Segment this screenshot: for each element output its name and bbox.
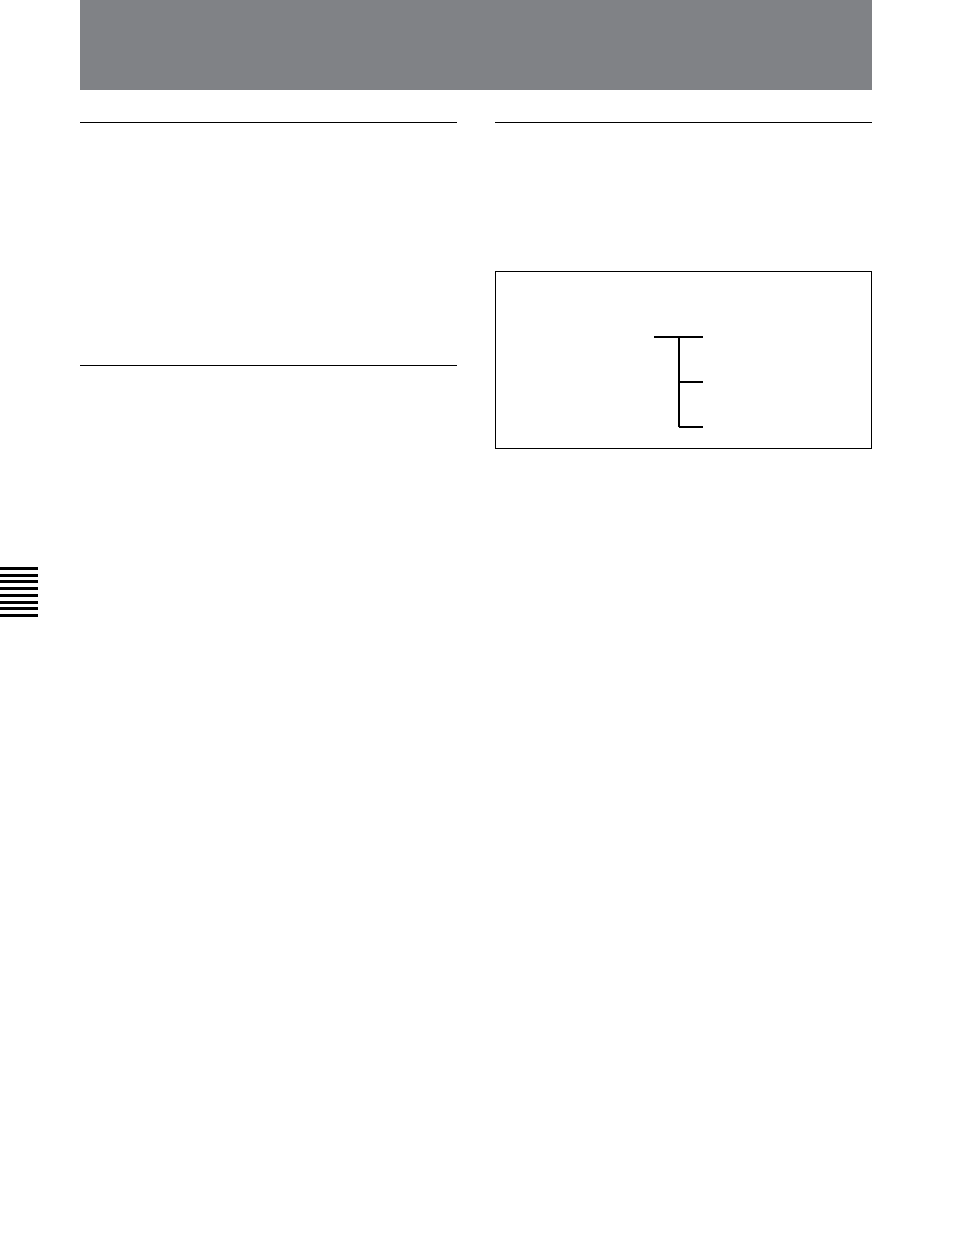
figure-box (495, 271, 872, 449)
figure-glyph-icon (496, 272, 873, 450)
thumb-tab-icon (0, 567, 38, 617)
header-bar (80, 0, 872, 90)
left-rule-2 (80, 365, 457, 366)
content-columns (80, 122, 872, 449)
left-column (80, 122, 457, 449)
right-column (495, 122, 872, 449)
left-rule-1 (80, 122, 457, 123)
right-rule-1 (495, 122, 872, 123)
